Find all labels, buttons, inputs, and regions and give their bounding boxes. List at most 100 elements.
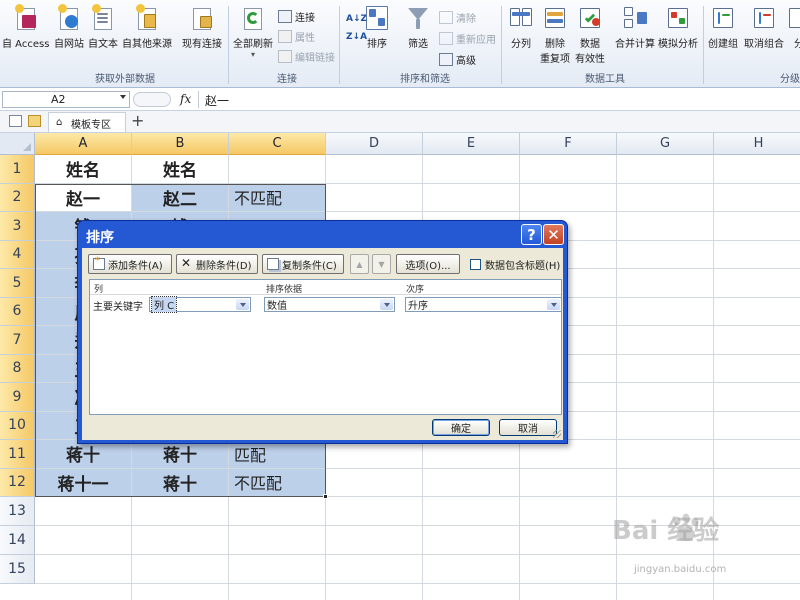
filter-funnel-icon xyxy=(405,4,431,32)
from-text-button[interactable]: 自文本 xyxy=(88,4,118,50)
edit-links-button[interactable]: 编辑链接 xyxy=(278,49,335,64)
primary-key-label: 主要关键字 xyxy=(93,302,143,313)
ungroup-icon xyxy=(751,4,777,32)
row-header-8[interactable]: 8 xyxy=(0,354,35,383)
insert-function-icon[interactable]: fx xyxy=(180,92,191,106)
group-label-data-tools: 数据工具 xyxy=(585,74,625,85)
row-header-10[interactable]: 10 xyxy=(0,411,35,440)
row-header-12[interactable]: 12 xyxy=(0,468,35,497)
data-validation-icon xyxy=(577,4,603,32)
open-folder-icon[interactable] xyxy=(28,115,41,127)
existing-connections-icon xyxy=(189,4,215,32)
move-up-button[interactable]: ▲ xyxy=(350,254,369,274)
sort-icon xyxy=(364,4,390,32)
column-header-g[interactable]: G xyxy=(617,133,714,155)
sort-on-select[interactable]: 数值 xyxy=(264,297,395,312)
advanced-filter-icon xyxy=(439,53,453,66)
header-checkbox-label[interactable]: 数据包含标题(H) xyxy=(485,257,560,272)
formula-bar-resize-handle[interactable] xyxy=(133,92,171,107)
existing-connections-button[interactable]: 现有连接 xyxy=(182,4,222,50)
from-access-button[interactable]: 自 Access xyxy=(2,4,49,50)
clear-filter-button[interactable]: 清除 xyxy=(439,10,476,25)
filter-button[interactable]: 筛选 xyxy=(405,4,431,50)
column-header-e[interactable]: E xyxy=(423,133,520,155)
watermark-url: jingyan.baidu.com xyxy=(634,564,727,575)
row-header-6[interactable]: 6 xyxy=(0,297,35,326)
copy-level-button[interactable]: 复制条件(C) xyxy=(262,254,344,274)
options-button[interactable]: 选项(O)... xyxy=(396,254,460,274)
data-validation-button[interactable]: 数据 有效性 xyxy=(575,4,605,65)
row-header-15[interactable]: 15 xyxy=(0,555,35,584)
gridline xyxy=(35,583,800,584)
other-sources-icon xyxy=(134,4,160,32)
column-header-c[interactable]: C xyxy=(229,133,326,155)
row-header-4[interactable]: 4 xyxy=(0,240,35,269)
row-header-9[interactable]: 9 xyxy=(0,383,35,412)
row-header-11[interactable]: 11 xyxy=(0,440,35,469)
cell-b1[interactable]: 姓名 xyxy=(132,155,228,183)
name-box-dropdown-icon[interactable] xyxy=(120,95,126,99)
connections-icon xyxy=(278,10,292,23)
delete-level-button[interactable]: ✕ 删除条件(D) xyxy=(176,254,258,274)
down-arrow-icon: ▼ xyxy=(378,259,385,269)
header-divider xyxy=(90,294,561,295)
column-header-a[interactable]: A xyxy=(35,133,132,155)
order-dropdown-icon[interactable] xyxy=(547,299,560,310)
resize-grip[interactable] xyxy=(553,430,561,438)
header-checkbox[interactable] xyxy=(470,259,481,270)
column-select[interactable]: 列 C xyxy=(149,296,251,313)
cell-c1[interactable] xyxy=(229,155,325,183)
row-header-3[interactable]: 3 xyxy=(0,212,35,241)
document-tab-bar: ⌂ 模板专区 + xyxy=(0,111,800,133)
consolidate-icon xyxy=(622,4,648,32)
column-dropdown-icon[interactable] xyxy=(236,299,249,310)
what-if-analysis-button[interactable]: 模拟分析 xyxy=(658,4,698,50)
row-header-2[interactable]: 2 xyxy=(0,183,35,212)
fill-handle[interactable] xyxy=(323,494,328,499)
tab-template-zone[interactable]: ⌂ 模板专区 xyxy=(48,112,126,132)
advanced-filter-button[interactable]: 高级 xyxy=(439,52,476,67)
sort-on-dropdown-icon[interactable] xyxy=(380,299,393,310)
cell-a1[interactable]: 姓名 xyxy=(35,155,131,183)
cancel-button[interactable]: 取消 xyxy=(499,419,557,436)
name-box[interactable]: A2 xyxy=(2,91,130,108)
row-header-1[interactable]: 1 xyxy=(0,155,35,184)
add-tab-button[interactable]: + xyxy=(131,111,144,130)
sort-button[interactable]: 排序 xyxy=(364,4,390,50)
move-down-button[interactable]: ▼ xyxy=(372,254,391,274)
group-button[interactable]: 创建组 xyxy=(708,4,738,50)
refresh-icon xyxy=(240,4,266,32)
formula-input[interactable]: 赵一 xyxy=(198,91,798,108)
dialog-body: * 添加条件(A) ✕ 删除条件(D) 复制条件(C) ▲ ▼ 选项(O)...… xyxy=(82,248,563,440)
row-header-14[interactable]: 14 xyxy=(0,526,35,555)
column-header-d[interactable]: D xyxy=(326,133,423,155)
ungroup-button[interactable]: 取消组合 xyxy=(744,4,784,50)
order-select[interactable]: 升序 xyxy=(405,297,562,312)
from-other-sources-button[interactable]: 自其他来源 xyxy=(122,4,172,50)
column-header-f[interactable]: F xyxy=(520,133,617,155)
select-all-corner[interactable] xyxy=(0,133,35,155)
close-button[interactable]: ✕ xyxy=(543,224,564,245)
help-button[interactable]: ? xyxy=(521,224,542,245)
column-header-h[interactable]: H xyxy=(714,133,800,155)
ok-button[interactable]: 确定 xyxy=(432,419,490,436)
remove-duplicates-button[interactable]: 删除 重复项 xyxy=(540,4,570,65)
web-icon xyxy=(56,4,82,32)
add-level-button[interactable]: * 添加条件(A) xyxy=(88,254,172,274)
text-to-columns-button[interactable]: 分列 xyxy=(508,4,534,50)
new-document-icon[interactable] xyxy=(9,115,22,127)
row-header-13[interactable]: 13 xyxy=(0,497,35,526)
column-header-b[interactable]: B xyxy=(132,133,229,155)
from-web-button[interactable]: 自网站 xyxy=(54,4,84,50)
reapply-filter-button[interactable]: 重新应用 xyxy=(439,31,496,46)
subtotal-button[interactable]: 分 xyxy=(786,4,800,50)
connections-button[interactable]: 连接 xyxy=(278,9,315,24)
formula-bar: A2 fx 赵一 xyxy=(0,89,800,111)
add-level-icon: * xyxy=(93,256,105,270)
consolidate-button[interactable]: 合并计算 xyxy=(615,4,655,50)
row-header-5[interactable]: 5 xyxy=(0,269,35,298)
row-header-7[interactable]: 7 xyxy=(0,326,35,355)
properties-button[interactable]: 属性 xyxy=(278,29,315,44)
reapply-icon xyxy=(439,32,453,45)
refresh-all-button[interactable]: 全部刷新 ▾ xyxy=(233,4,273,59)
